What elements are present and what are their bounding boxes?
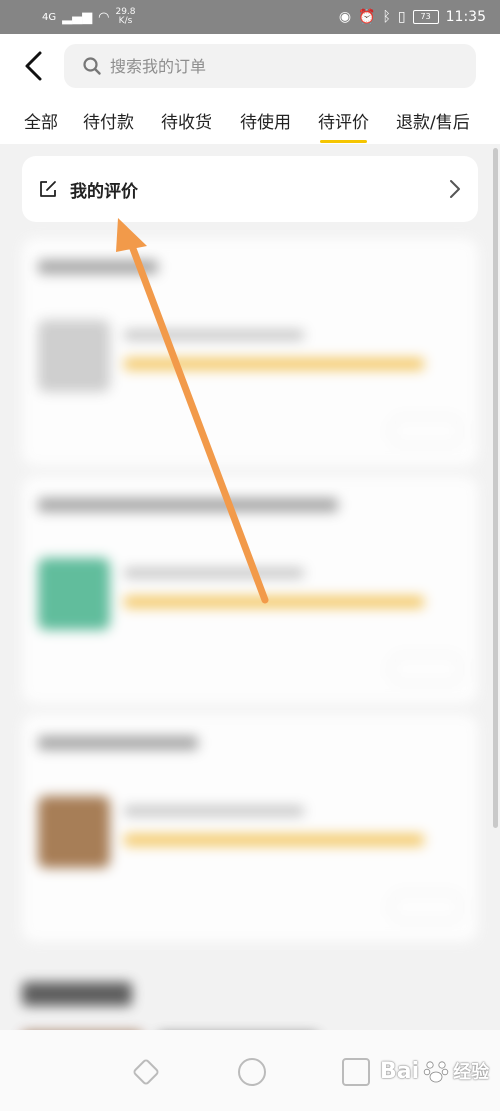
order-time-placeholder [124, 568, 304, 578]
nav-home-icon[interactable] [238, 1058, 266, 1086]
order-time-placeholder [124, 806, 304, 816]
alarm-icon: ⏰ [358, 9, 376, 25]
product-thumb [38, 558, 110, 630]
blurred-content [0, 232, 500, 1111]
tab-pending-payment[interactable]: 待付款 [83, 108, 134, 133]
recommendation-title-placeholder [22, 982, 132, 1006]
tab-pending-receipt[interactable]: 待收货 [161, 108, 212, 133]
baidu-watermark: Bai 经验 [380, 1058, 489, 1084]
status-right: ◉ ⏰ ᛒ ▯ 73 11:35 [339, 9, 486, 25]
order-time-placeholder [124, 330, 304, 340]
my-reviews-title: 我的评价 [70, 181, 138, 202]
top-bar [0, 34, 500, 100]
battery-icon: 73 [412, 10, 439, 24]
chevron-right-icon [450, 180, 460, 198]
tab-pending-review[interactable]: 待评价 [318, 108, 369, 143]
order-tabs: 全部 待付款 待收货 待使用 待评价 退款/售后 [0, 100, 500, 144]
tab-refund-aftersale[interactable]: 退款/售后 [396, 108, 470, 133]
order-card [22, 238, 478, 466]
search-box[interactable] [64, 44, 476, 88]
order-card [22, 714, 478, 942]
status-bar: 4G ▂▄▆ ◠ 29.8 K/s ◉ ⏰ ᛒ ▯ 73 11:35 [0, 0, 500, 34]
order-action-button [390, 416, 462, 446]
signal-icon: 4G [42, 11, 57, 23]
signal-bars-icon: ▂▄▆ [62, 9, 93, 25]
status-left: 4G ▂▄▆ ◠ 29.8 K/s [42, 8, 136, 26]
paw-icon [423, 1061, 449, 1083]
clock: 11:35 [445, 9, 486, 25]
order-desc-placeholder [124, 834, 424, 846]
net-speed-unit: K/s [118, 16, 133, 26]
product-thumb [38, 796, 110, 868]
order-desc-placeholder [124, 596, 424, 608]
order-card [22, 476, 478, 704]
wifi-icon: ◠ [98, 9, 110, 25]
order-desc-placeholder [124, 358, 424, 370]
back-button[interactable] [20, 50, 48, 82]
edit-icon [40, 181, 56, 197]
net-speed: 29.8 K/s [115, 8, 135, 26]
store-name-placeholder [38, 736, 198, 750]
tab-pending-use[interactable]: 待使用 [240, 108, 291, 133]
watermark-brand: Bai [380, 1058, 420, 1084]
tab-all[interactable]: 全部 [24, 108, 58, 133]
search-icon [83, 57, 101, 75]
watermark-suffix: 经验 [453, 1062, 490, 1083]
store-name-placeholder [38, 498, 338, 512]
nav-recent-icon[interactable] [342, 1058, 370, 1086]
my-reviews-card[interactable]: 我的评价 [22, 156, 478, 222]
order-action-button [390, 654, 462, 684]
arrow-shaft [128, 242, 269, 604]
scrollbar[interactable] [493, 148, 498, 828]
chevron-left-icon [25, 51, 42, 81]
bluetooth-icon: ᛒ [382, 9, 391, 25]
vibrate-icon: ▯ [397, 9, 406, 25]
eye-icon: ◉ [338, 9, 352, 25]
arrow-head [116, 218, 147, 252]
product-thumb [38, 320, 110, 392]
store-name-placeholder [38, 260, 158, 274]
search-input[interactable] [108, 55, 452, 77]
order-action-button [390, 892, 462, 922]
